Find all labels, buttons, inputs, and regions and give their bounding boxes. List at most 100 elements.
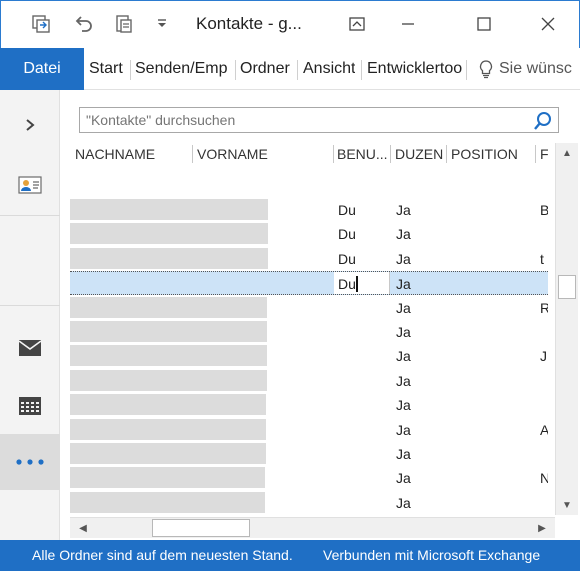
table-row[interactable]: Du Ja [70,222,548,246]
table-row-selected[interactable]: Du Ja [70,271,548,296]
duzen-cell: Ja [396,494,411,511]
status-bar: Alle Ordner sind auf dem neuesten Stand.… [0,540,580,571]
duzen-cell: Ja [396,202,411,218]
vertical-scrollbar[interactable]: ▲ ▼ [555,143,578,515]
tab-divider [235,60,236,80]
column-divider[interactable] [390,145,391,163]
table-row[interactable]: Ja [70,369,548,393]
duzen-cell: Ja [396,446,411,462]
column-header-benu[interactable]: BENU... [337,146,389,162]
more-apps-icon[interactable] [0,434,60,490]
f-column-cell: t [540,250,544,267]
duzen-cell: Ja [396,299,411,316]
send-receive-all-icon[interactable] [28,11,54,37]
duzen-cell: Ja [396,470,411,487]
table-row[interactable]: Du Ja B [70,198,548,222]
duzen-cell: Ja [396,372,411,389]
redacted-name-cell [70,491,265,513]
sync-status: Alle Ordner sind auf dem neuesten Stand. [32,547,293,563]
redacted-name-cell [70,369,267,391]
column-header-f[interactable]: F [540,146,549,162]
duzen-cell: Ja [396,250,411,267]
duzen-cell: Ja [396,276,411,293]
table-row[interactable]: Ja J [70,344,548,368]
f-column-cell: N [540,470,548,487]
ribbon-tabs: Datei Start Senden/Emp Ordner Ansicht En… [0,48,580,90]
redacted-name-cell [70,296,267,318]
horizontal-scrollbar[interactable]: ◀ ▶ [70,517,555,538]
search-input[interactable] [86,112,506,128]
tab-file[interactable]: Datei [0,48,84,90]
duzen-cell: Ja [396,226,411,243]
nav-divider [0,305,60,306]
table-row[interactable]: Ja [70,442,548,466]
vertical-scroll-thumb[interactable] [558,275,576,299]
tab-developer[interactable]: Entwicklertoo [367,48,464,90]
scroll-down-icon[interactable]: ▼ [556,495,578,515]
column-header-firstname[interactable]: VORNAME [197,146,268,162]
tab-send-receive[interactable]: Senden/Emp [135,48,228,90]
horizontal-scroll-thumb[interactable] [152,519,250,537]
duzen-cell: Ja [396,421,411,438]
table-row[interactable]: Ja R [70,296,548,320]
redacted-name-cell [70,394,266,416]
search-box[interactable] [79,107,559,133]
column-divider[interactable] [333,145,334,163]
scroll-left-icon[interactable]: ◀ [73,518,93,538]
undo-icon[interactable] [70,11,96,37]
table-row[interactable]: Ja [70,491,548,515]
minimize-button[interactable] [388,9,428,39]
expand-folder-pane-icon[interactable] [0,114,60,136]
benu-cell: Du [338,202,356,218]
maximize-button[interactable] [464,9,504,39]
redacted-name-cell [70,321,267,342]
tell-me-label: Sie wünsc [499,60,572,77]
table-row[interactable]: Du Ja t [70,247,548,271]
table-row[interactable]: Ja N [70,466,548,490]
close-button[interactable] [528,9,568,39]
tab-divider [297,60,298,80]
contact-list: Du Ja B Du Ja Du Ja t Du Ja Ja R Ja Ja J Ja Ja Ja A Ja Ja N Ja [70,198,548,518]
f-column-cell: R [540,299,548,316]
column-divider[interactable] [192,145,193,163]
benu-cell[interactable]: Du [338,276,356,292]
scroll-up-icon[interactable]: ▲ [556,143,578,163]
redacted-name-cell [70,467,265,489]
redacted-name-cell [70,247,268,269]
calendar-icon[interactable] [0,393,60,419]
redacted-name-cell [70,199,268,220]
redacted-name-cell [70,345,267,367]
tab-divider [130,60,131,80]
column-header-lastname[interactable]: NACHNAME [75,146,155,162]
tab-folder[interactable]: Ordner [240,48,290,90]
f-column-cell: A [540,421,548,438]
tab-start[interactable]: Start [89,48,123,90]
column-divider[interactable] [535,145,536,163]
column-divider[interactable] [446,145,447,163]
ribbon-display-options-icon[interactable] [337,9,377,39]
table-row[interactable]: Ja [70,320,548,344]
benu-cell: Du [338,250,356,267]
customize-quick-access-icon[interactable] [149,11,175,37]
tab-divider [361,60,362,80]
column-header-position[interactable]: POSITION [451,146,518,162]
scroll-right-icon[interactable]: ▶ [532,518,552,538]
table-row[interactable]: Ja A [70,418,548,442]
nav-divider [0,215,60,216]
redacted-name-cell [70,443,266,464]
search-icon[interactable] [532,110,554,132]
navigation-pane [0,90,60,540]
table-row[interactable]: Ja [70,393,548,417]
benu-cell: Du [338,226,356,243]
mail-icon[interactable] [0,335,60,361]
column-header-duzen[interactable]: DUZEN [395,146,443,162]
text-cursor [356,276,358,293]
contacts-folder-icon[interactable] [0,170,60,200]
new-items-icon[interactable] [111,11,137,37]
f-column-cell: B [540,202,548,218]
tab-view[interactable]: Ansicht [303,48,355,90]
lightbulb-icon [478,59,494,79]
title-bar: Kontakte - g... [0,0,580,48]
tell-me-box[interactable]: Sie wünsc [478,48,580,90]
tab-divider [466,60,467,80]
